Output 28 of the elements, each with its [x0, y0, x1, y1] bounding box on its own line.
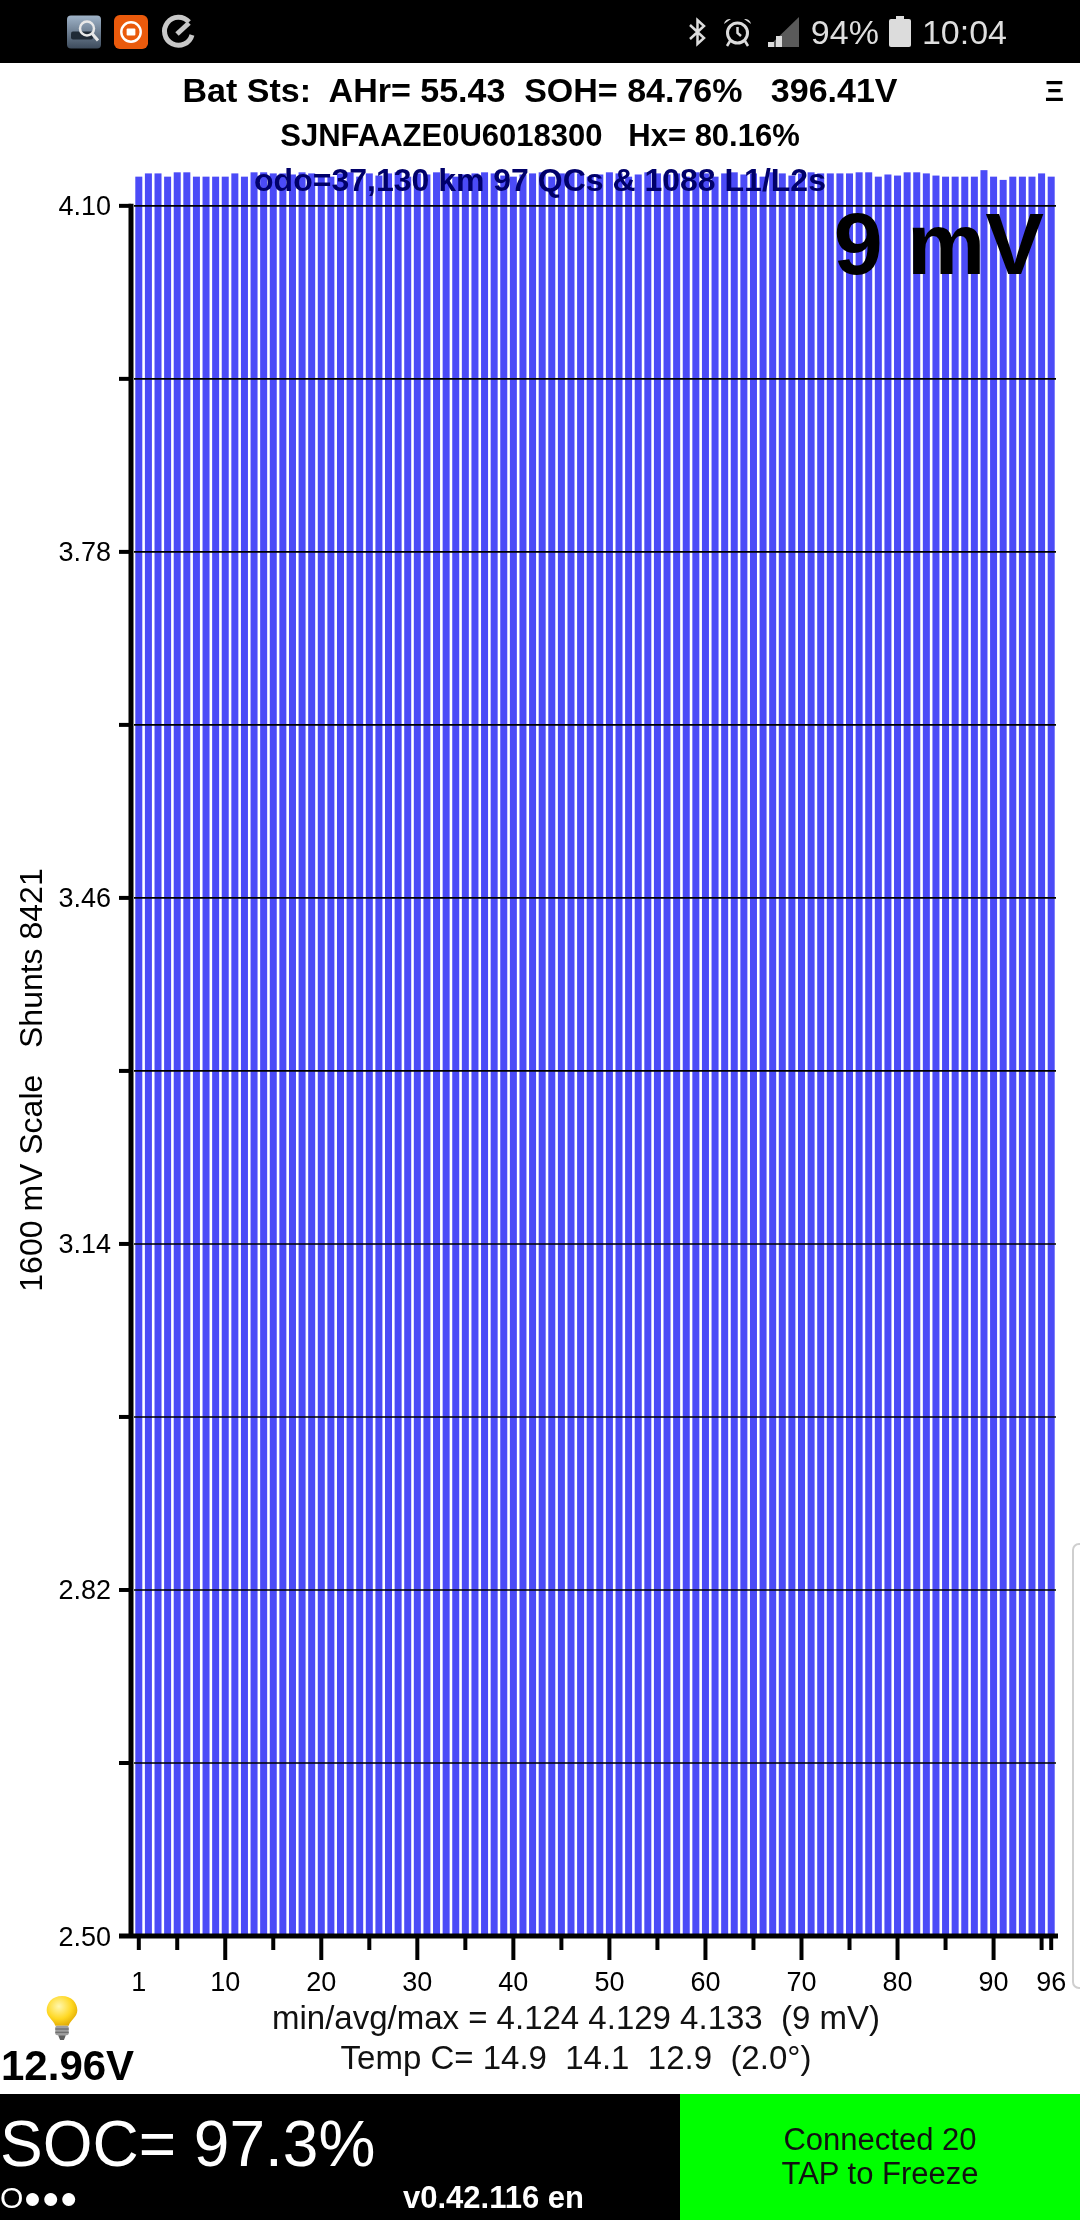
app-version: v0.42.116 en	[403, 2180, 584, 2216]
y-tick-label: 4.10	[58, 191, 111, 222]
x-tick-label: 96	[1036, 1967, 1067, 1995]
x-tick-label: 40	[498, 1967, 529, 1995]
x-tick-label: 50	[594, 1967, 625, 1995]
y-tick-label: 3.78	[58, 537, 111, 568]
y-tick-label: 2.50	[58, 1921, 111, 1952]
x-tick-label: 60	[690, 1967, 721, 1995]
state-of-charge: SOC= 97.3%	[0, 2108, 377, 2180]
x-tick-label: 10	[210, 1967, 241, 1995]
y-axis-title: 1600 mV Scale Shunts 8421	[13, 868, 49, 1292]
battery-percent: 94%	[810, 11, 879, 52]
x-tick-label: 20	[306, 1967, 337, 1995]
temperature-summary: Temp C= 14.9 14.1 12.9 (2.0°)	[340, 2038, 812, 2078]
aux-battery-voltage: 12.96V	[1, 2041, 135, 2091]
vehicle-id-line: SJNFAAZE0U6018300 Hx= 80.16%	[280, 116, 800, 155]
clock-time: 10:04	[921, 11, 1007, 52]
x-tick-label: 90	[978, 1967, 1009, 1995]
x-tick-label: 30	[402, 1967, 433, 1995]
y-tick-label: 3.46	[58, 883, 111, 914]
x-tick-label: 80	[882, 1967, 913, 1995]
x-tick-label: 70	[786, 1967, 817, 1995]
status-indicator: O●●●	[0, 2180, 78, 2216]
y-tick-label: 3.14	[58, 1229, 111, 1260]
battery-status-line: Bat Sts: AHr= 55.43 SOH= 84.76% 396.41V	[182, 70, 898, 111]
x-tick-label: 1	[131, 1967, 147, 1995]
cell-voltage-summary: min/avg/max = 4.124 4.129 4.133 (9 mV)	[271, 1998, 881, 2038]
y-tick-label: 2.82	[58, 1575, 111, 1606]
